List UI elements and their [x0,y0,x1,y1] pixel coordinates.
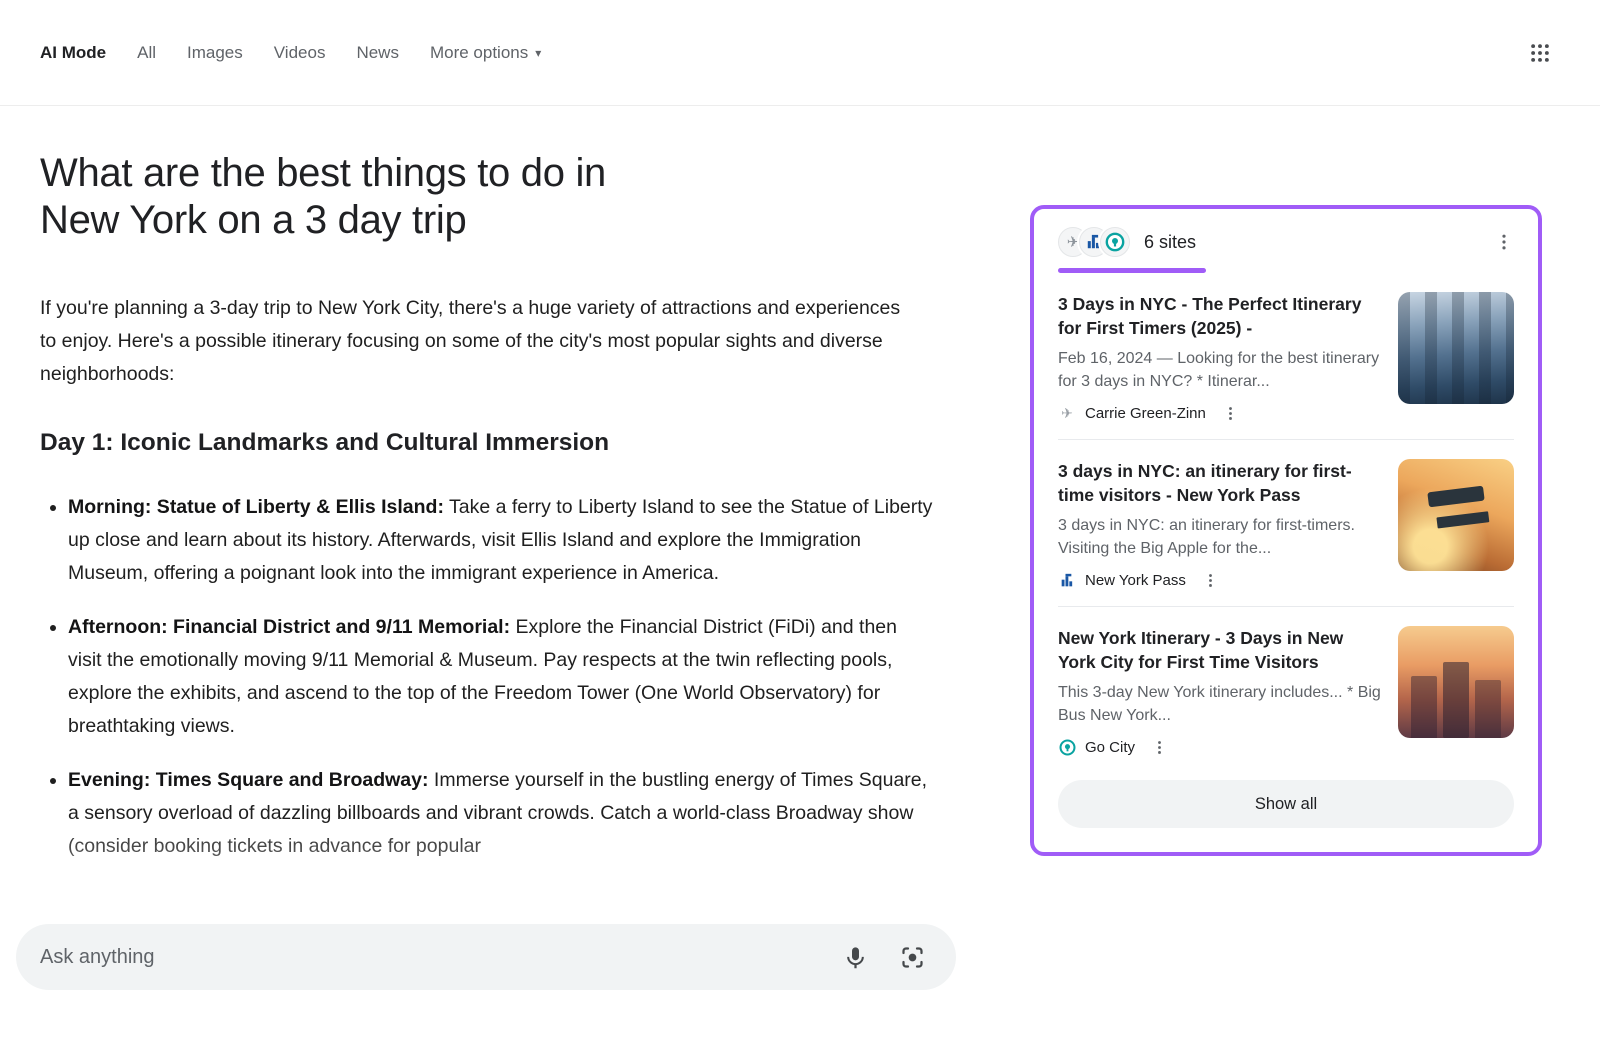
result-body: 3 days in NYC: an itinerary for first-ti… [1058,459,1382,589]
answer-intro: If you're planning a 3-day trip to New Y… [40,292,918,391]
result-thumbnail[interactable] [1398,459,1514,571]
result-snippet: 3 days in NYC: an itinerary for first-ti… [1058,514,1382,560]
result-snippet: This 3-day New York itinerary includes..… [1058,681,1382,727]
source-name[interactable]: Carrie Green-Zinn [1085,405,1206,422]
source-name[interactable]: Go City [1085,739,1135,756]
result-thumbnail[interactable] [1398,626,1514,738]
tab-more-options[interactable]: More options ▾ [430,43,541,63]
tab-ai-mode[interactable]: AI Mode [40,43,106,63]
sources-header[interactable]: ✈ 6 sites [1058,227,1514,257]
result-title[interactable]: New York Itinerary - 3 Days in New York … [1058,626,1382,674]
bullet-lead: Morning: Statue of Liberty & Ellis Islan… [68,496,444,518]
tab-videos[interactable]: Videos [274,43,326,63]
tab-news[interactable]: News [356,43,399,63]
sources-panel: ✈ 6 sites [1030,205,1542,856]
tab-images[interactable]: Images [187,43,243,63]
source-favicon-plane-icon: ✈ [1058,404,1076,422]
source-favicon-newyorkpass-icon [1058,571,1076,589]
source-name[interactable]: New York Pass [1085,572,1186,589]
apps-grid-icon[interactable] [1518,31,1562,75]
list-item: Afternoon: Financial District and 9/11 M… [68,611,935,743]
result-source-row: ✈ Carrie Green-Zinn [1058,404,1382,422]
list-item: Evening: Times Square and Broadway: Imme… [68,764,935,863]
source-result[interactable]: 3 days in NYC: an itinerary for first-ti… [1058,440,1514,607]
list-item: Morning: Statue of Liberty & Ellis Islan… [68,491,935,590]
kebab-menu-icon[interactable] [1222,405,1239,422]
result-title[interactable]: 3 days in NYC: an itinerary for first-ti… [1058,459,1382,507]
microphone-icon[interactable] [842,944,869,971]
kebab-menu-icon[interactable] [1202,572,1219,589]
kebab-menu-icon[interactable] [1151,739,1168,756]
result-thumbnail[interactable] [1398,292,1514,404]
source-favicon-gocity-icon [1058,738,1076,756]
tab-all[interactable]: All [137,43,156,63]
ask-placeholder: Ask anything [40,946,842,969]
result-snippet: Feb 16, 2024 — Looking for the best itin… [1058,347,1382,393]
kebab-menu-icon[interactable] [1494,232,1514,252]
more-options-label: More options [430,43,528,62]
camera-lens-icon[interactable] [899,944,926,971]
result-source-row: New York Pass [1058,571,1382,589]
chevron-down-icon: ▾ [535,46,541,60]
query-title: What are the best things to do in New Yo… [40,150,660,244]
ask-input[interactable]: Ask anything [16,924,956,990]
day1-heading: Day 1: Iconic Landmarks and Cultural Imm… [40,429,960,457]
search-tabs: AI Mode All Images Videos News More opti… [40,43,541,63]
source-favicons: ✈ [1058,227,1130,257]
bullet-lead: Evening: Times Square and Broadway: [68,769,428,791]
show-all-button[interactable]: Show all [1058,780,1514,828]
result-body: 3 Days in NYC - The Perfect Itinerary fo… [1058,292,1382,422]
result-source-row: Go City [1058,738,1382,756]
result-body: New York Itinerary - 3 Days in New York … [1058,626,1382,756]
result-title[interactable]: 3 Days in NYC - The Perfect Itinerary fo… [1058,292,1382,340]
bullet-lead: Afternoon: Financial District and 9/11 M… [68,616,510,638]
search-header: AI Mode All Images Videos News More opti… [0,0,1600,106]
sites-count[interactable]: 6 sites [1144,232,1196,253]
source-result[interactable]: 3 Days in NYC - The Perfect Itinerary fo… [1058,273,1514,440]
favicon-gocity-icon [1100,227,1130,257]
source-result[interactable]: New York Itinerary - 3 Days in New York … [1058,607,1514,764]
ai-answer: What are the best things to do in New Yo… [40,150,960,884]
day1-list: Morning: Statue of Liberty & Ellis Islan… [40,491,935,863]
